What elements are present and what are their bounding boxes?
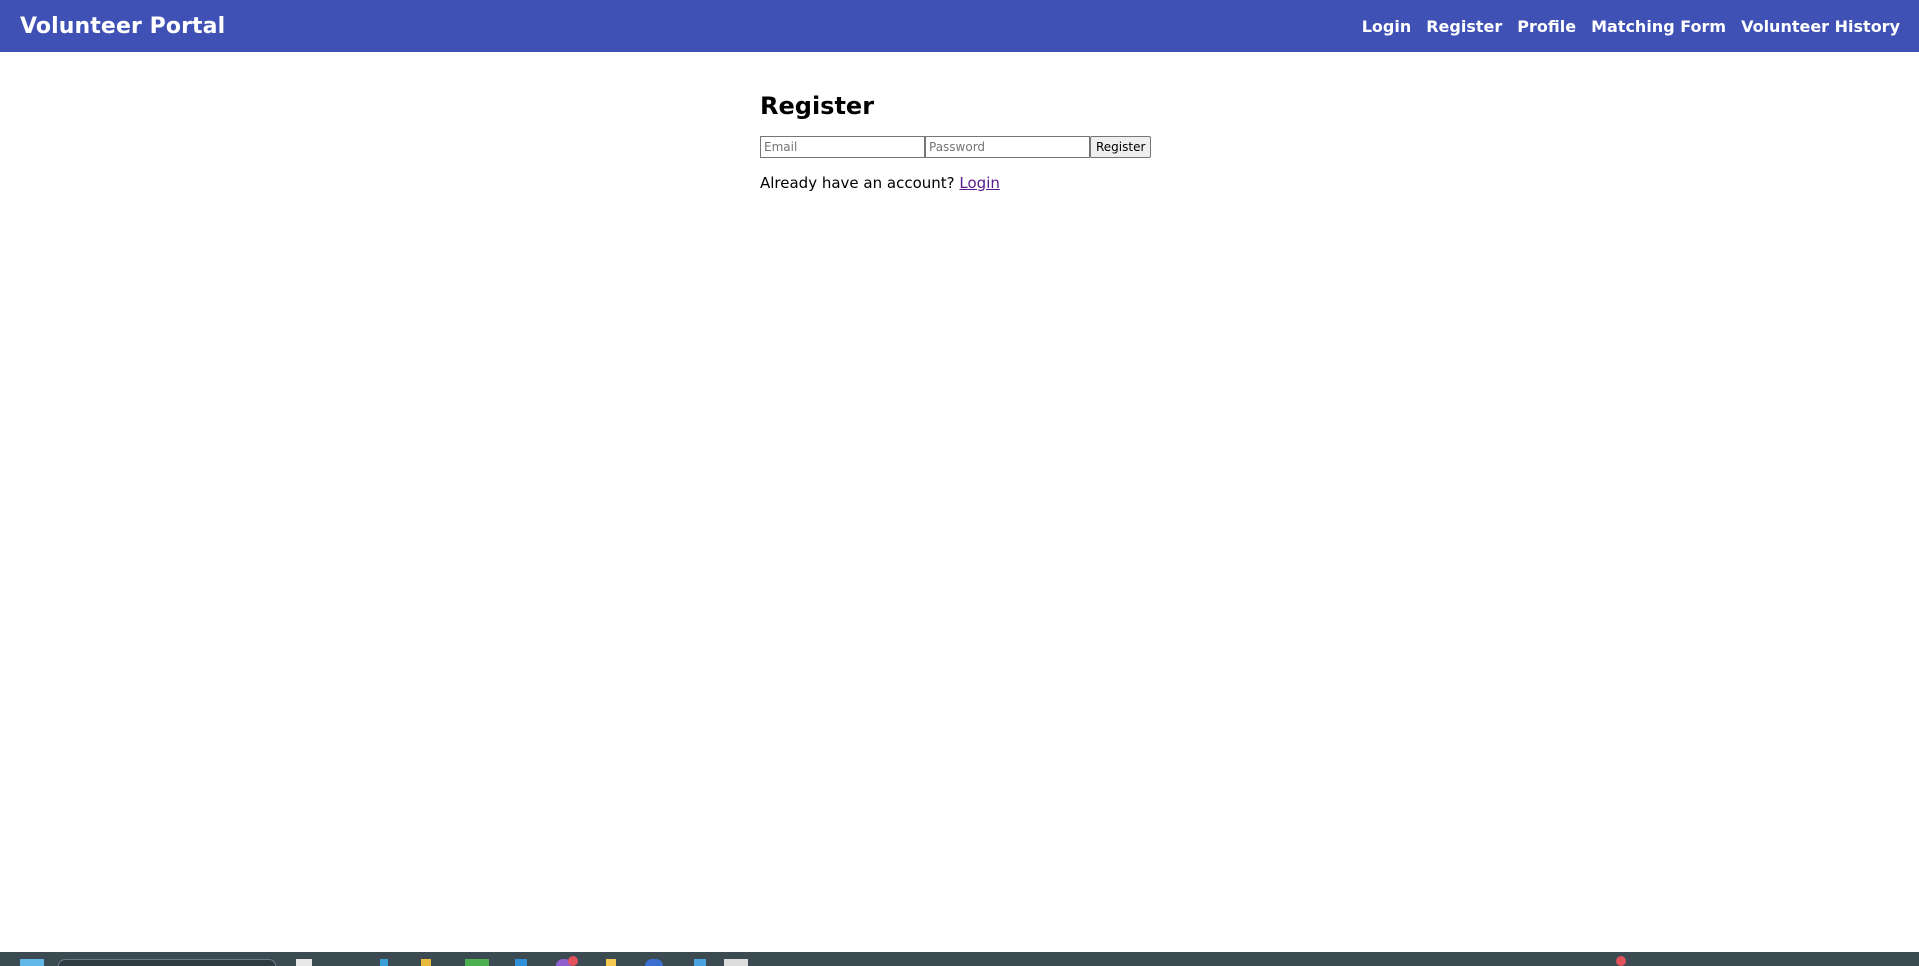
page-title: Register xyxy=(760,92,875,120)
top-navbar: Volunteer Portal Login Register Profile … xyxy=(0,0,1919,52)
drive-icon[interactable] xyxy=(606,959,616,966)
nav-link-login[interactable]: Login xyxy=(1362,17,1412,36)
taskbar xyxy=(0,952,1919,966)
register-panel: Register Register Already have an accoun… xyxy=(760,92,1152,207)
password-field[interactable] xyxy=(925,136,1090,158)
start-icon[interactable] xyxy=(20,959,44,966)
nav-link-profile[interactable]: Profile xyxy=(1517,17,1576,36)
login-link[interactable]: Login xyxy=(959,174,999,192)
edge-icon[interactable] xyxy=(380,959,388,966)
weather-icon[interactable] xyxy=(1616,956,1626,966)
taskbar-search-box[interactable] xyxy=(58,959,276,966)
nav-link-register[interactable]: Register xyxy=(1426,17,1502,36)
excel-icon[interactable] xyxy=(465,959,489,966)
brand-title[interactable]: Volunteer Portal xyxy=(20,14,225,39)
notification-badge xyxy=(568,956,578,966)
notepad-icon[interactable] xyxy=(724,959,748,966)
store-icon[interactable] xyxy=(515,959,527,966)
login-prompt-text: Already have an account? xyxy=(760,174,955,192)
nav-link-matching-form[interactable]: Matching Form xyxy=(1591,17,1726,36)
email-field[interactable] xyxy=(760,136,925,158)
login-prompt: Already have an account? Login xyxy=(760,174,1151,192)
app-icon[interactable] xyxy=(694,959,706,966)
register-button[interactable]: Register xyxy=(1090,136,1152,158)
register-form: Register xyxy=(760,136,1152,158)
task-view-icon[interactable] xyxy=(296,959,312,966)
file-explorer-icon[interactable] xyxy=(421,959,431,966)
nav-links: Login Register Profile Matching Form Vol… xyxy=(1347,17,1900,36)
nav-link-volunteer-history[interactable]: Volunteer History xyxy=(1741,17,1900,36)
browser-icon[interactable] xyxy=(645,959,663,966)
